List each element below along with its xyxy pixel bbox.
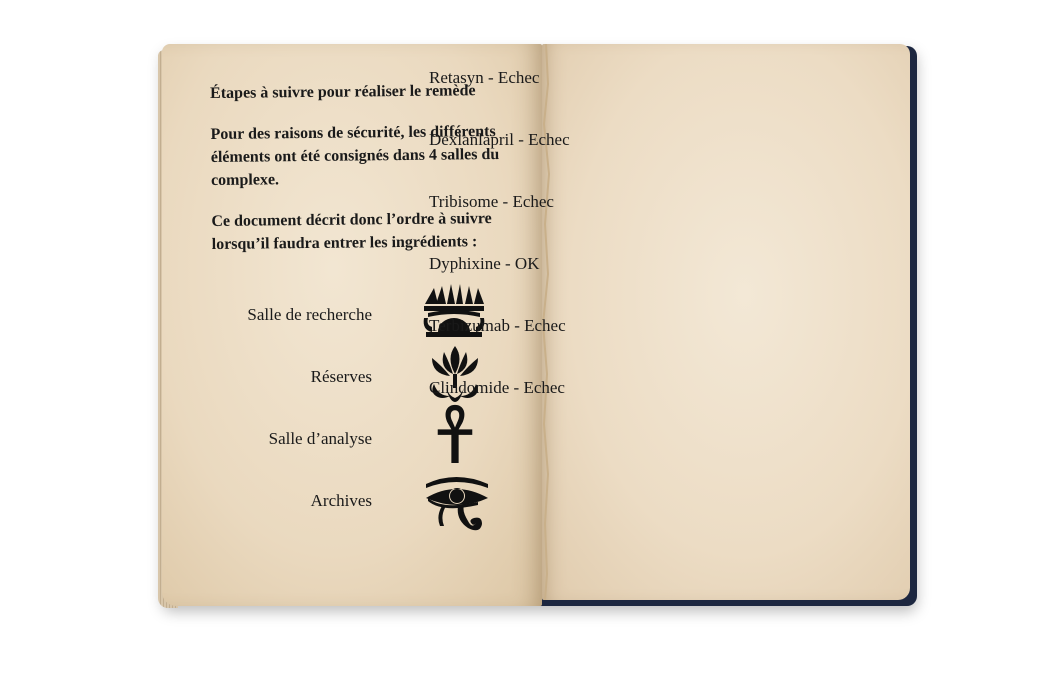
left-page-text: Étapes à suivre pour réaliser le remède … (210, 79, 532, 274)
log-entry: Dexlanlapril - Echec (429, 130, 570, 149)
room-label-archives: Archives (310, 491, 372, 510)
room-label-analysis: Salle d’analyse (268, 429, 372, 448)
ankh-icon (437, 404, 473, 463)
log-entry: Clindomide - Echec (429, 378, 565, 397)
log-entry: Retasyn - Echec (429, 68, 540, 87)
room-label-research: Salle de recherche (247, 305, 372, 324)
log-entry: Dyphixine - OK (429, 254, 540, 273)
intro-paragraph-2: Ce document décrit donc l’ordre à suivre… (211, 210, 492, 253)
eye-of-horus-icon (426, 477, 488, 531)
right-page (542, 44, 910, 600)
log-entry: Terbizumab - Echec (429, 316, 566, 335)
room-label-reserves: Réserves (310, 367, 372, 386)
log-entry: Tribisome - Echec (429, 192, 554, 211)
